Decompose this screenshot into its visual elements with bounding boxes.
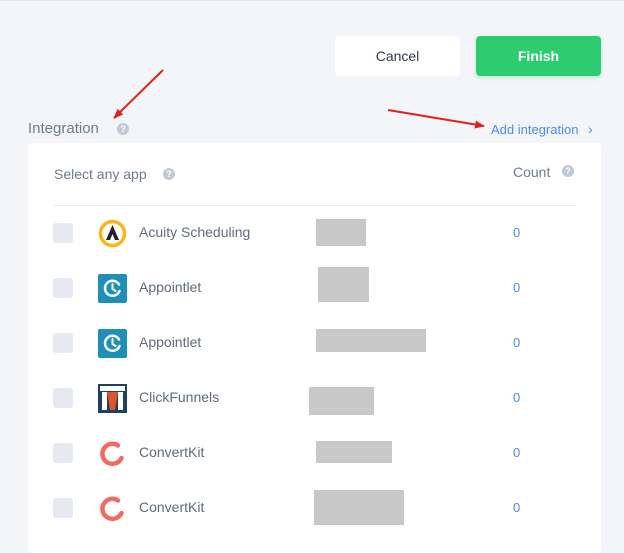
table-row[interactable]: Appointlet 0 — [28, 316, 601, 371]
top-border — [0, 0, 624, 1]
redacted-block — [309, 387, 374, 415]
appointlet-logo-icon — [98, 329, 127, 358]
integration-help-icon[interactable]: ? — [117, 123, 129, 135]
clickfunnels-logo-icon — [98, 384, 127, 413]
table-row[interactable]: ClickFunnels 0 — [28, 371, 601, 426]
convertkit-logo-icon — [100, 441, 124, 466]
app-count[interactable]: 0 — [513, 280, 520, 295]
add-integration-link[interactable]: Add integration — [491, 122, 578, 137]
row-checkbox[interactable] — [53, 498, 73, 518]
app-name: Appointlet — [139, 334, 202, 350]
redacted-block — [316, 219, 366, 246]
app-name: ConvertKit — [139, 444, 205, 460]
chevron-right-icon[interactable]: › — [588, 121, 593, 137]
row-checkbox[interactable] — [53, 443, 73, 463]
row-checkbox[interactable] — [53, 333, 73, 353]
app-count[interactable]: 0 — [513, 500, 520, 515]
select-any-app-label: Select any app — [54, 166, 147, 182]
table-row[interactable]: ConvertKit 0 — [28, 481, 601, 536]
app-name: Appointlet — [139, 279, 202, 295]
table-row[interactable]: Appointlet 0 — [28, 261, 601, 316]
count-column-header: Count — [513, 164, 551, 180]
app-name: ClickFunnels — [139, 389, 220, 405]
redacted-block — [314, 490, 404, 525]
app-name: Acuity Scheduling — [139, 224, 251, 240]
count-help-icon[interactable]: ? — [562, 165, 574, 177]
select-app-help-icon[interactable]: ? — [163, 168, 175, 180]
annotation-arrow-integration — [113, 69, 164, 119]
redacted-block — [316, 441, 392, 463]
cancel-button[interactable]: Cancel — [335, 36, 460, 76]
app-count[interactable]: 0 — [513, 445, 520, 460]
integration-section-title: Integration — [28, 120, 99, 137]
table-row[interactable]: Acuity Scheduling 0 — [28, 206, 601, 261]
convertkit-logo-icon — [100, 496, 124, 521]
integration-card: Select any app ? Count ? Acuity Scheduli… — [28, 143, 601, 553]
finish-button[interactable]: Finish — [476, 36, 601, 76]
acuity-scheduling-logo-icon — [98, 219, 127, 248]
table-row[interactable]: ConvertKit 0 — [28, 426, 601, 481]
annotation-arrow-add-integration — [387, 109, 485, 129]
app-count[interactable]: 0 — [513, 225, 520, 240]
redacted-block — [318, 267, 369, 302]
row-checkbox[interactable] — [53, 278, 73, 298]
row-checkbox[interactable] — [53, 388, 73, 408]
app-name: ConvertKit — [139, 499, 205, 515]
redacted-block — [316, 329, 426, 352]
app-count[interactable]: 0 — [513, 335, 520, 350]
row-checkbox[interactable] — [53, 223, 73, 243]
app-count[interactable]: 0 — [513, 390, 520, 405]
appointlet-logo-icon — [98, 274, 127, 303]
